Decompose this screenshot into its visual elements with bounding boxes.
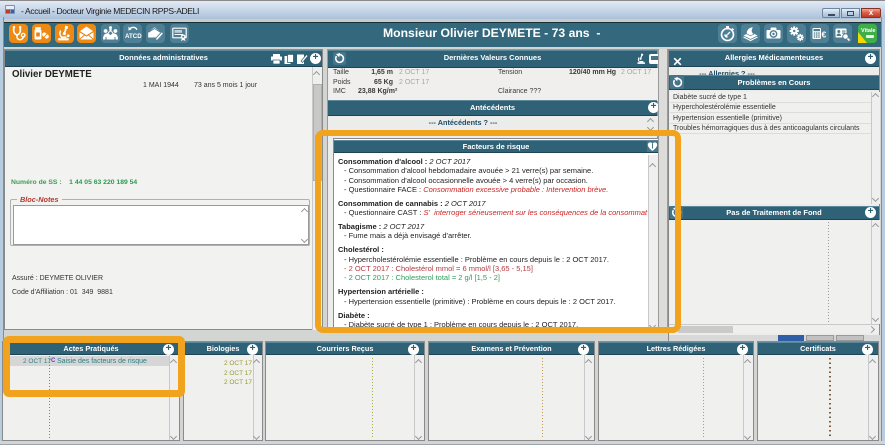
svg-text:ATCD: ATCD	[125, 33, 142, 40]
svg-text:€: €	[822, 30, 827, 40]
svg-text:Vitale: Vitale	[861, 28, 876, 34]
